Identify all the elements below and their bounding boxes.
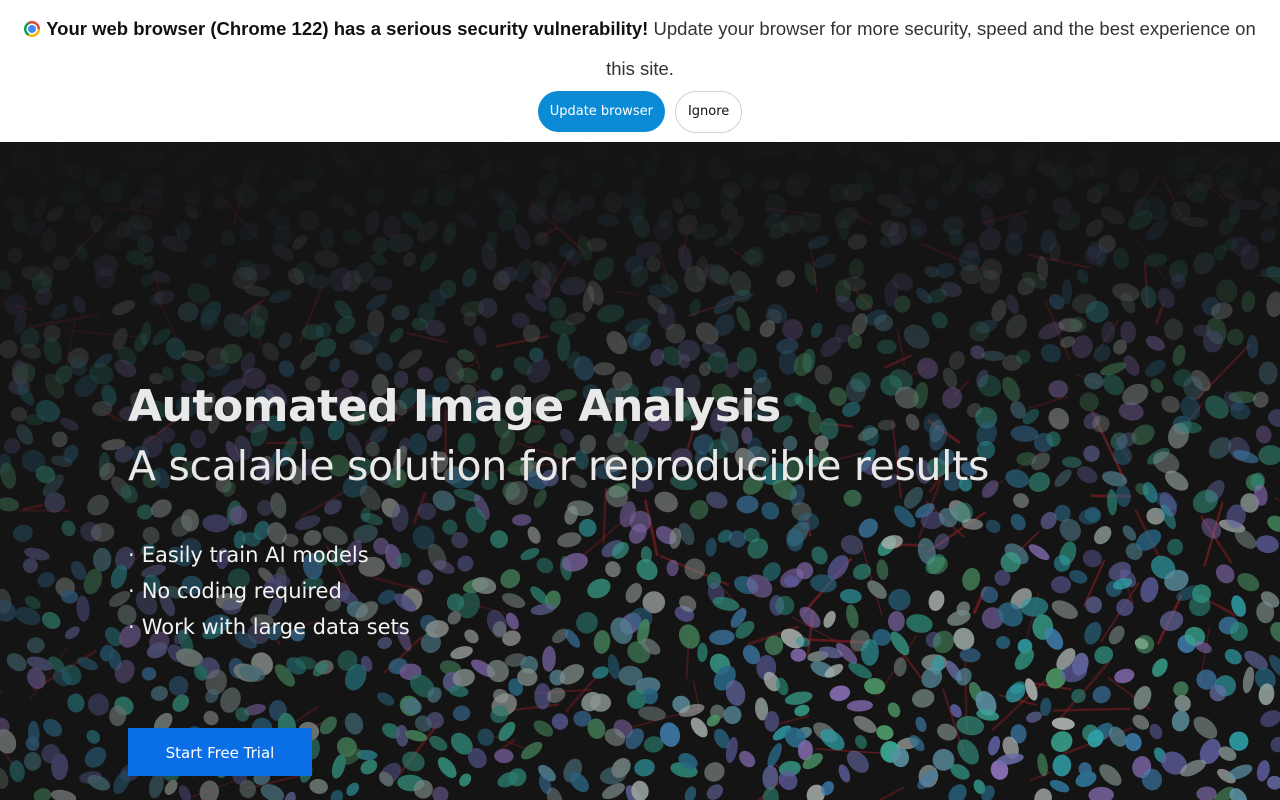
- browser-update-banner: Your web browser (Chrome 122) has a seri…: [0, 0, 1280, 142]
- feature-text: No coding required: [141, 579, 342, 603]
- feature-list-item: · No coding required: [128, 573, 410, 609]
- banner-actions: Update browser Ignore: [0, 91, 1280, 133]
- bullet-dot: ·: [128, 615, 135, 639]
- feature-list-item: · Easily train AI models: [128, 537, 410, 573]
- hero-title: Automated Image Analysis: [128, 381, 781, 432]
- chrome-icon: [24, 21, 41, 37]
- start-free-trial-button[interactable]: Start Free Trial: [128, 728, 312, 776]
- feature-text: Work with large data sets: [141, 615, 410, 639]
- update-browser-button[interactable]: Update browser: [537, 91, 665, 132]
- ignore-button[interactable]: Ignore: [674, 91, 743, 133]
- feature-text: Easily train AI models: [141, 543, 369, 567]
- bullet-dot: ·: [128, 543, 135, 567]
- feature-list: · Easily train AI models · No coding requi…: [128, 537, 410, 645]
- banner-warning-rest: Update your browser for more security, s…: [606, 18, 1256, 79]
- banner-warning-strong: Your web browser (Chrome 122) has a seri…: [46, 18, 649, 39]
- banner-message: Your web browser (Chrome 122) has a seri…: [20, 9, 1260, 89]
- bullet-dot: ·: [128, 579, 135, 603]
- hero-section: Automated Image Analysis A scalable solu…: [0, 142, 1280, 800]
- feature-list-item: · Work with large data sets: [128, 609, 410, 645]
- hero-subtitle: A scalable solution for reproducible res…: [128, 442, 990, 490]
